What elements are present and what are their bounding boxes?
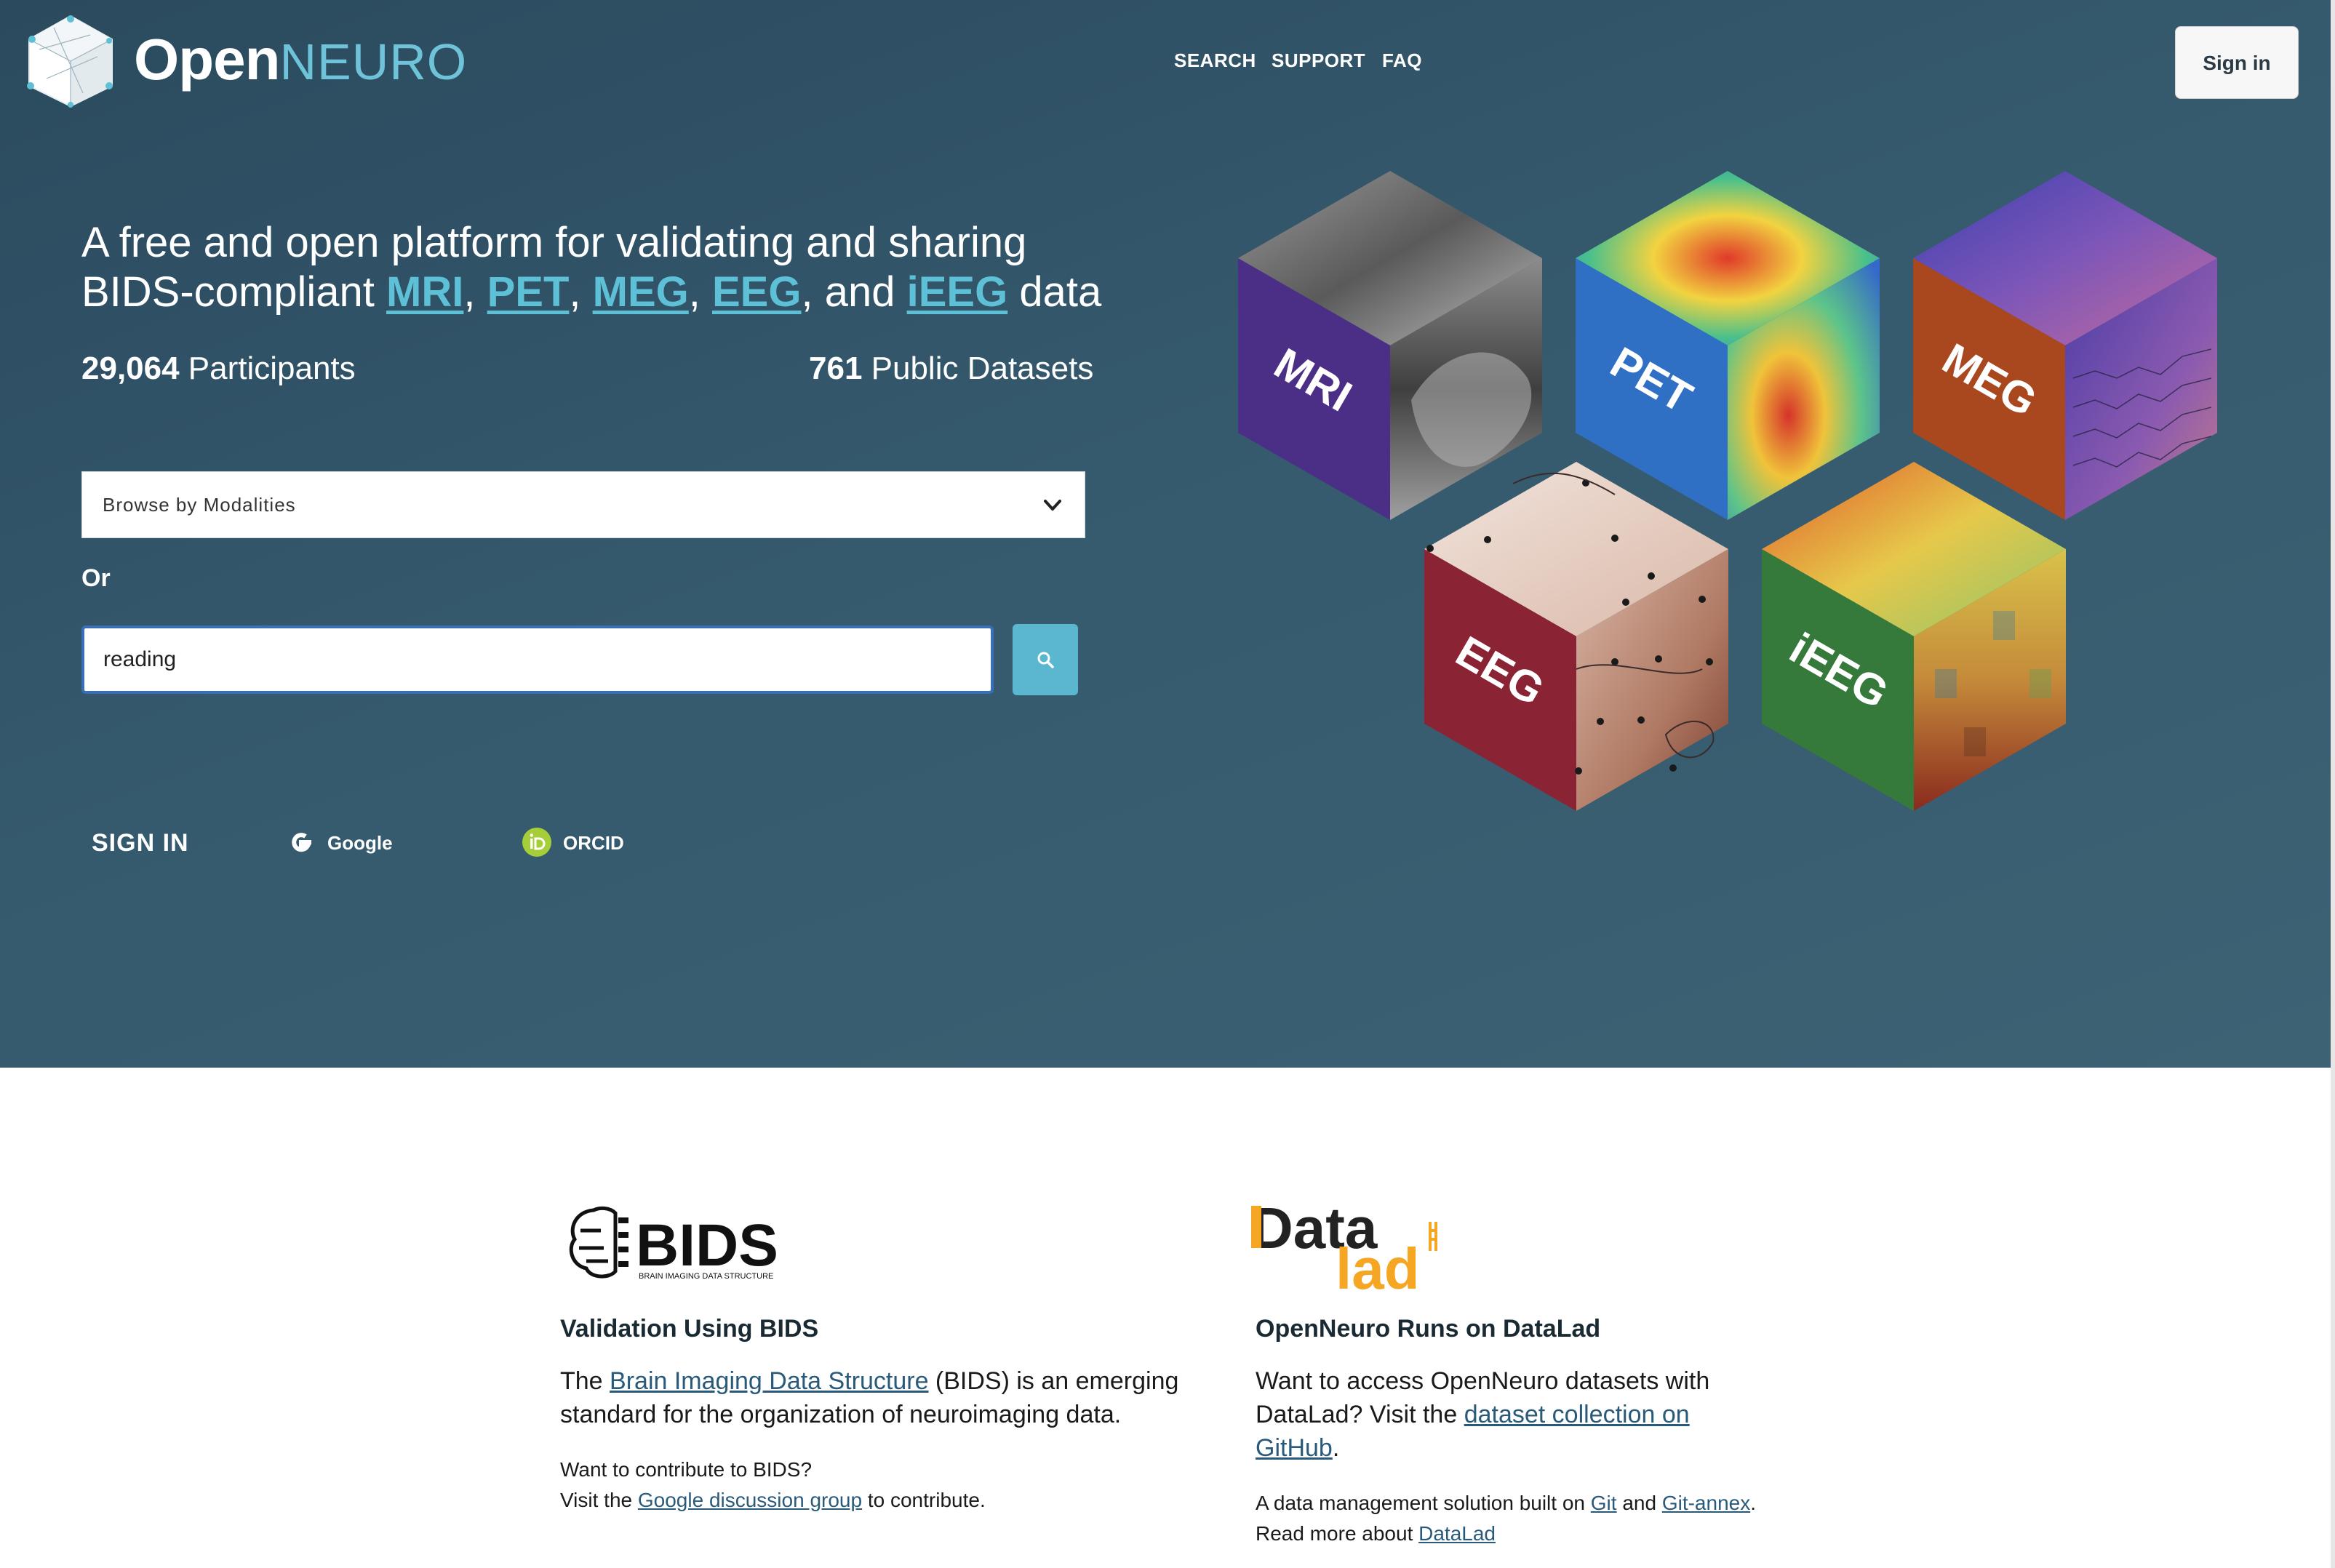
modality-select[interactable]: Browse by Modalities <box>81 471 1085 538</box>
search-icon <box>1037 652 1054 668</box>
bids-link[interactable]: Brain Imaging Data Structure <box>610 1367 928 1395</box>
brand-neuro: NEURO <box>279 33 468 90</box>
link-mri[interactable]: MRI <box>386 268 463 316</box>
brand-open: Open <box>134 27 280 92</box>
bids-contribute-text: to contribute. <box>862 1489 986 1511</box>
bids-contribute-line: Want to contribute to BIDS? <box>560 1458 813 1481</box>
bids-description-text: The <box>560 1367 610 1395</box>
google-label: Google <box>327 832 393 854</box>
datalad-info-text: A data management solution built on <box>1256 1492 1591 1514</box>
datasets-label: Public Datasets <box>862 351 1094 386</box>
google-icon <box>292 833 312 852</box>
bids-contribute-line: Visit the Google discussion group to con… <box>560 1485 1200 1516</box>
bids-title: Validation Using BIDS <box>560 1315 819 1343</box>
link-eeg[interactable]: EEG <box>712 268 802 316</box>
sign-in-label: SIGN IN <box>92 829 189 857</box>
search-input[interactable] <box>81 625 994 694</box>
participants-stat: 29,064 Participants <box>81 351 356 387</box>
datalad-description-text: . <box>1332 1434 1340 1462</box>
nav-support[interactable]: SUPPORT <box>1272 49 1365 72</box>
git-link[interactable]: Git <box>1591 1492 1617 1514</box>
modality-select-label: Browse by Modalities <box>103 494 296 516</box>
mri-cube[interactable]: MRI <box>1238 171 1542 520</box>
datalad-logo-lad: lad <box>1336 1236 1420 1290</box>
bids-logo-text: BIDS <box>636 1212 778 1279</box>
hero-headline: A free and open platform for validating … <box>81 218 1114 317</box>
datalad-info-text: and <box>1616 1492 1662 1514</box>
headline-separator: , <box>463 268 487 316</box>
openneuro-logo-icon[interactable] <box>25 13 116 109</box>
bids-description: The Brain Imaging Data Structure (BIDS) … <box>560 1364 1200 1431</box>
datalad-title: OpenNeuro Runs on DataLad <box>1256 1315 1601 1343</box>
modality-cubes: MRI PET MEG EEG iEEG <box>1238 171 2217 811</box>
headline-text: data <box>1007 268 1102 316</box>
orcid-icon <box>522 828 551 857</box>
eeg-cube[interactable]: EEG <box>1424 462 1728 811</box>
brain-icon <box>569 1206 618 1279</box>
link-meg[interactable]: MEG <box>593 268 689 316</box>
headline-separator: , <box>688 268 712 316</box>
google-discussion-link[interactable]: Google discussion group <box>638 1489 862 1511</box>
chevron-down-icon <box>1044 500 1061 511</box>
datalad-info: A data management solution built on Git … <box>1256 1488 1765 1549</box>
google-sign-in[interactable]: Google <box>285 826 416 858</box>
orcid-sign-in[interactable]: ORCID <box>521 826 652 858</box>
page-scrollbar[interactable] <box>2331 0 2335 1568</box>
or-label: Or <box>81 564 111 592</box>
headline-separator: , and <box>801 268 907 316</box>
bids-logo-subtext: BRAIN IMAGING DATA STRUCTURE <box>639 1272 773 1281</box>
link-pet[interactable]: PET <box>487 268 570 316</box>
link-ieeg[interactable]: iEEG <box>907 268 1008 316</box>
sign-in-button[interactable]: Sign in <box>2175 26 2299 99</box>
pet-cube[interactable]: PET <box>1576 171 1880 520</box>
datalad-link[interactable]: DataLad <box>1418 1522 1496 1545</box>
meg-cube[interactable]: MEG <box>1913 171 2217 520</box>
participants-label: Participants <box>179 351 356 386</box>
datasets-count: 761 <box>809 351 863 386</box>
brand-wordmark[interactable]: OpenNEURO <box>134 31 467 89</box>
datalad-logo: Data lad <box>1251 1200 1437 1290</box>
datalad-description: Want to access OpenNeuro datasets with D… <box>1256 1364 1765 1465</box>
nav-search[interactable]: SEARCH <box>1174 49 1256 72</box>
participants-count: 29,064 <box>81 351 180 386</box>
bids-logo: BIDS BRAIN IMAGING DATA STRUCTURE <box>569 1206 778 1281</box>
datasets-stat: 761 Public Datasets <box>809 351 1093 387</box>
ieeg-cube[interactable]: iEEG <box>1762 462 2066 811</box>
search-button[interactable] <box>1013 624 1078 695</box>
headline-separator: , <box>569 268 593 316</box>
bids-contribute-text: Visit the <box>560 1489 638 1511</box>
bids-contribute: Want to contribute to BIDS? Visit the Goo… <box>560 1455 1200 1516</box>
nav-faq[interactable]: FAQ <box>1382 49 1422 72</box>
git-annex-link[interactable]: Git-annex <box>1662 1492 1750 1514</box>
orcid-label: ORCID <box>563 832 624 854</box>
